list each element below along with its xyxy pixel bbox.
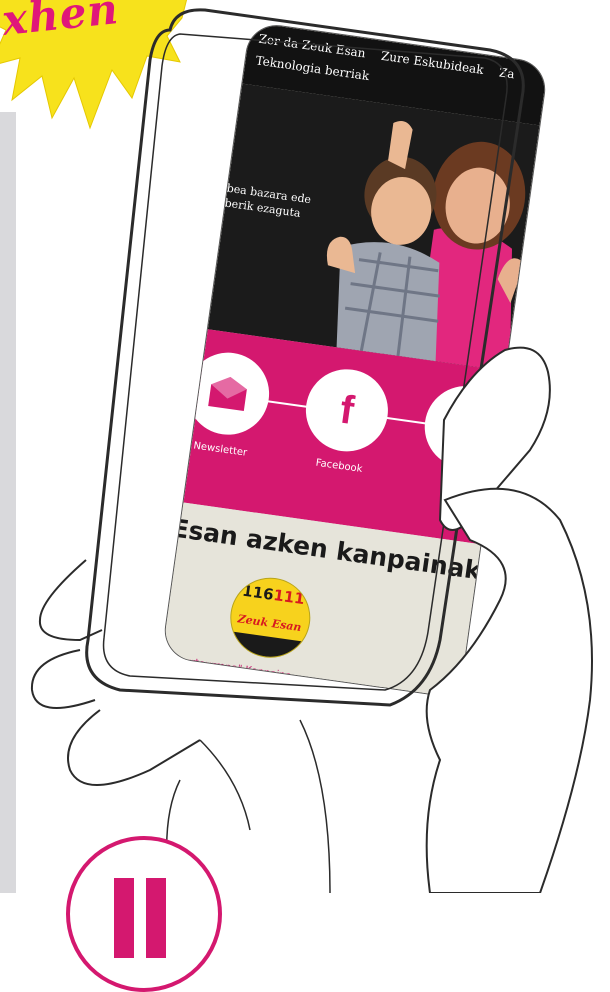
hand-fingers-left — [30, 559, 201, 786]
hand-palm — [425, 487, 593, 893]
pause-button[interactable] — [66, 836, 222, 992]
pause-icon-bar-left — [114, 878, 134, 958]
pause-icon-bar-right — [146, 878, 166, 958]
phone-outline — [85, 8, 525, 707]
hand-illustration — [30, 8, 593, 893]
